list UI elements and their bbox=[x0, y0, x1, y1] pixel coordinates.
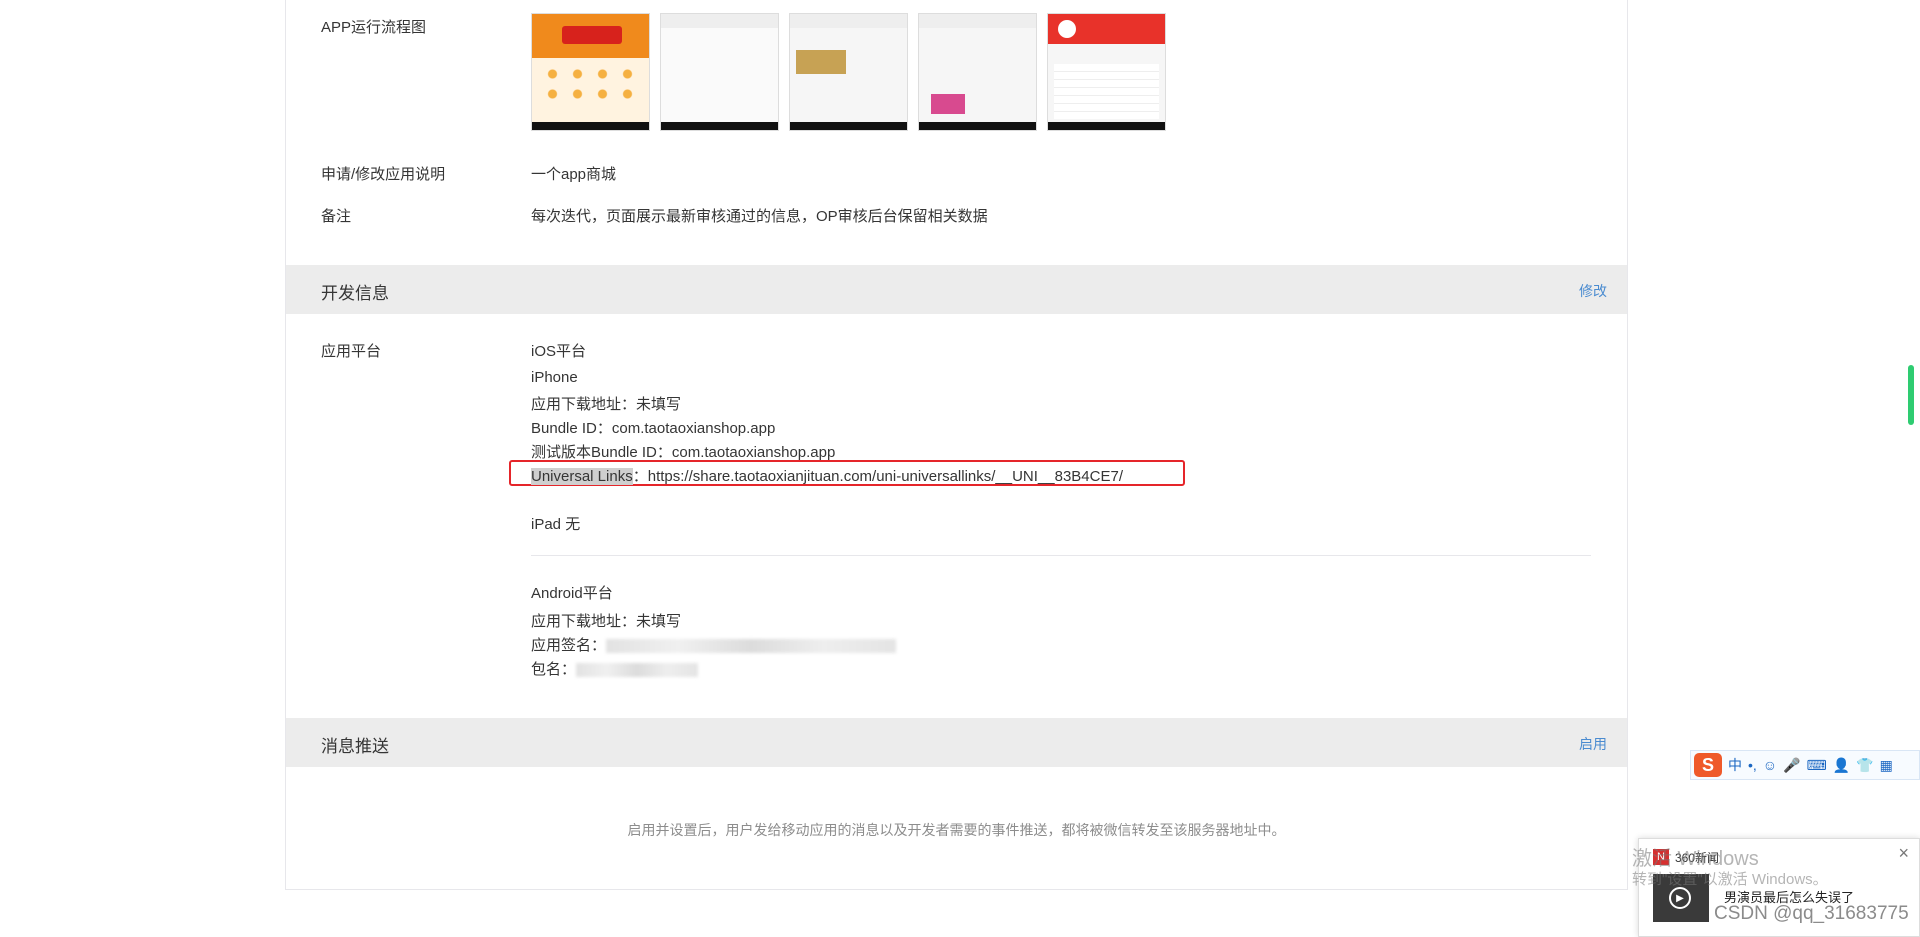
flow-screenshot-5[interactable] bbox=[1047, 13, 1166, 131]
universal-links-value[interactable]: https://share.taotaoxianjituan.com/uni-u… bbox=[648, 468, 1123, 485]
package-label: 包名： bbox=[531, 661, 577, 678]
microphone-icon[interactable]: 🎤 bbox=[1783, 757, 1800, 774]
csdn-watermark: CSDN @qq_31683775 bbox=[1714, 903, 1909, 924]
sogou-logo-icon[interactable]: S bbox=[1694, 753, 1722, 777]
universal-links-sep: ： bbox=[632, 468, 648, 485]
user-icon[interactable]: 👤 bbox=[1833, 757, 1850, 774]
test-bundle-value: com.taotaoxianshop.app bbox=[671, 444, 836, 461]
sign-value-blurred bbox=[606, 639, 897, 654]
close-icon[interactable]: × bbox=[1898, 843, 1909, 864]
flow-screenshot-1[interactable] bbox=[531, 13, 650, 131]
android-download-row: 应用下载地址：未填写 bbox=[531, 610, 681, 631]
test-bundle-row: 测试版本Bundle ID：com.taotaoxianshop.app bbox=[531, 441, 835, 462]
platform-divider bbox=[531, 555, 1591, 556]
push-description: 启用并设置后，用户发给移动应用的消息以及开发者需要的事件推送，都将被微信转发至该… bbox=[627, 822, 1286, 838]
iphone-title: iPhone bbox=[531, 369, 578, 386]
bundle-value: com.taotaoxianshop.app bbox=[611, 420, 776, 437]
ime-punct-toggle[interactable]: •, bbox=[1748, 757, 1757, 773]
ios-download-label: 应用下载地址： bbox=[531, 396, 637, 413]
push-header: 消息推送 启用 bbox=[286, 718, 1627, 767]
ime-toolbar: S 中 •, ☺ 🎤 ⌨ 👤 👕 ▦ bbox=[1690, 750, 1920, 780]
windows-watermark-sub: 转到"设置"以激活 Windows。 bbox=[1632, 871, 1828, 888]
play-icon[interactable]: ▶ bbox=[1669, 887, 1691, 909]
flow-screenshot-2[interactable] bbox=[660, 13, 779, 131]
skin-icon[interactable]: 👕 bbox=[1856, 757, 1873, 774]
desc-label: 申请/修改应用说明 bbox=[321, 166, 446, 183]
keyboard-icon[interactable]: ⌨ bbox=[1807, 757, 1827, 774]
ipad-row: iPad 无 bbox=[531, 516, 581, 533]
flow-screenshots bbox=[531, 13, 1166, 131]
windows-watermark: 激活 Windows bbox=[1632, 848, 1759, 870]
platform-label: 应用平台 bbox=[321, 343, 382, 360]
grid-icon[interactable]: ▦ bbox=[1880, 757, 1893, 774]
android-download-label: 应用下载地址： bbox=[531, 613, 637, 630]
universal-links-label: Universal Links bbox=[531, 468, 633, 485]
bundle-row: Bundle ID：com.taotaoxianshop.app bbox=[531, 417, 775, 438]
sign-label: 应用签名： bbox=[531, 637, 607, 654]
flow-label: APP运行流程图 bbox=[321, 19, 427, 36]
flow-screenshot-3[interactable] bbox=[789, 13, 908, 131]
push-enable-link[interactable]: 启用 bbox=[1579, 734, 1607, 754]
ios-title: iOS平台 bbox=[531, 343, 587, 360]
emoji-icon[interactable]: ☺ bbox=[1763, 757, 1777, 773]
push-title: 消息推送 bbox=[321, 737, 389, 756]
dev-info-edit-link[interactable]: 修改 bbox=[1579, 281, 1607, 301]
note-label: 备注 bbox=[321, 208, 352, 225]
package-value-blurred bbox=[576, 663, 699, 678]
page-scrollbar-thumb[interactable] bbox=[1908, 365, 1914, 425]
ime-lang-toggle[interactable]: 中 bbox=[1728, 755, 1742, 775]
package-row: 包名： bbox=[531, 658, 699, 679]
note-value: 每次迭代，页面展示最新审核通过的信息，OP审核后台保留相关数据 bbox=[531, 208, 988, 225]
bundle-label: Bundle ID： bbox=[531, 420, 612, 437]
dev-info-header: 开发信息 修改 bbox=[286, 265, 1627, 314]
flow-screenshot-4[interactable] bbox=[918, 13, 1037, 131]
android-download-value: 未填写 bbox=[636, 613, 682, 630]
android-title: Android平台 bbox=[531, 585, 613, 602]
dev-info-title: 开发信息 bbox=[321, 284, 389, 303]
desc-value: 一个app商城 bbox=[531, 166, 617, 183]
sign-row: 应用签名： bbox=[531, 634, 897, 655]
ios-download-row: 应用下载地址：未填写 bbox=[531, 393, 681, 414]
universal-links-row: Universal Links：https://share.taotaoxian… bbox=[531, 465, 1123, 486]
app-detail-panel: APP运行流程图 申请/修改应用说明 一个app商城 备注 每次迭代，页面展示最… bbox=[285, 0, 1628, 890]
ios-download-value: 未填写 bbox=[636, 396, 682, 413]
test-bundle-label: 测试版本Bundle ID： bbox=[531, 444, 672, 461]
